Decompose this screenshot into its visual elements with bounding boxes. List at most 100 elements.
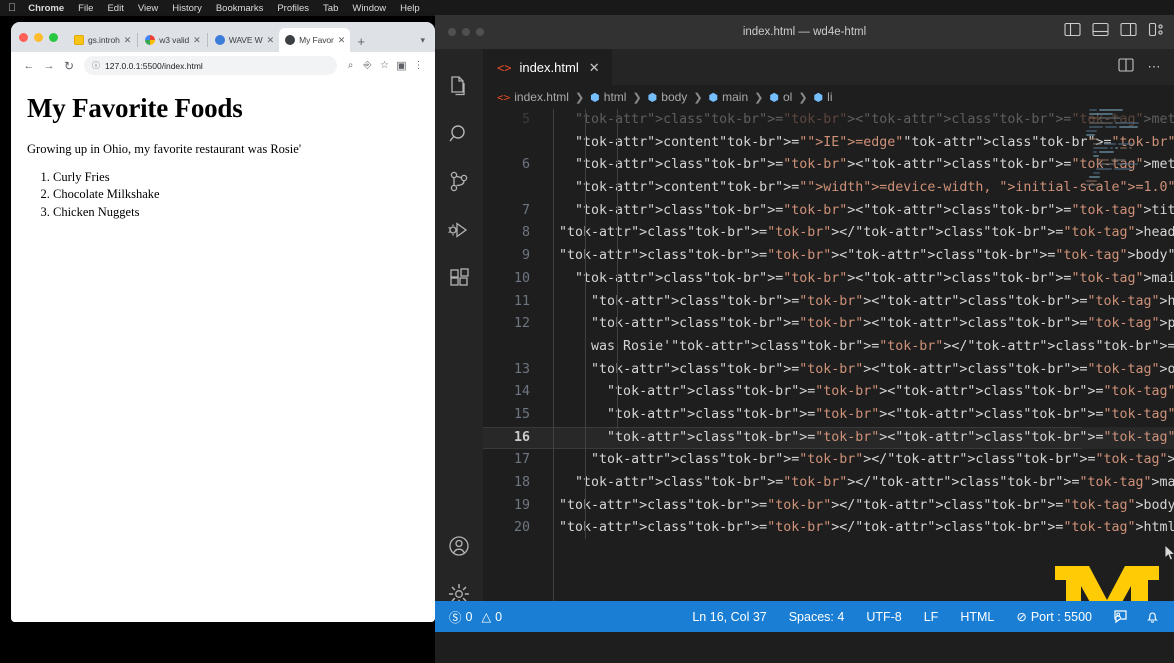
code-line[interactable]: "tok-attr">content"tok-br">="">IE">=edge… [483, 132, 1174, 155]
menu-item-help[interactable]: Help [400, 3, 420, 14]
browser-tab-3-active[interactable]: My Favor ✕ [279, 28, 350, 52]
breadcrumb-item-body[interactable]: ⬢ body [648, 90, 688, 104]
source-control-icon[interactable] [435, 158, 483, 206]
menu-item-tab[interactable]: Tab [323, 3, 338, 14]
code-line[interactable]: 9 "tok-attr">class"tok-br">="tok-br"><"t… [483, 245, 1174, 268]
zoom-icon[interactable]: ⌕ [342, 60, 359, 71]
menu-item-history[interactable]: History [172, 3, 202, 14]
minimap-line [1083, 117, 1161, 120]
live-server-status[interactable]: ⊘ Port : 5500 [1007, 609, 1101, 624]
screen:  Chrome File Edit View History Bookmark… [0, 0, 1174, 663]
feedback-icon[interactable] [1105, 609, 1135, 624]
tab-close-icon[interactable]: ✕ [124, 36, 132, 45]
toggle-secondary-sidebar-icon[interactable] [1120, 22, 1137, 42]
browser-tab-2[interactable]: WAVE W ✕ [209, 28, 279, 52]
error-circle-icon: Ⓢ [449, 607, 462, 626]
code-line[interactable]: 13 "tok-attr">class"tok-br">="tok-br"><"… [483, 359, 1174, 382]
tab-close-icon[interactable]: ✕ [193, 36, 201, 45]
tab-favicon [74, 35, 84, 45]
reload-icon[interactable]: ↻ [59, 59, 79, 73]
search-icon[interactable] [435, 110, 483, 158]
code-line[interactable]: "tok-attr">content"tok-br">="">width">=d… [483, 177, 1174, 200]
run-and-debug-icon[interactable] [435, 206, 483, 254]
code-line[interactable]: 12 "tok-attr">class"tok-br">="tok-br"><"… [483, 313, 1174, 336]
tab-close-icon[interactable]: ✕ [338, 36, 346, 45]
cursor-position-status[interactable]: Ln 16, Col 37 [683, 610, 775, 624]
close-icon[interactable]: ✕ [589, 60, 600, 76]
menu-item-bookmarks[interactable]: Bookmarks [216, 3, 264, 14]
code-text: "tok-attr">class"tok-br">="tok-br"><"tok… [543, 245, 1174, 268]
problems-status[interactable]: Ⓢ 0 △ 0 [440, 607, 511, 626]
share-icon[interactable]: ⎆ [359, 60, 376, 71]
language-mode-status[interactable]: HTML [951, 610, 1003, 624]
new-tab-button[interactable]: + [357, 35, 365, 48]
line-number: 6 [483, 154, 543, 177]
tab-favicon [145, 35, 155, 45]
customize-layout-icon[interactable] [1148, 22, 1165, 42]
extensions-icon[interactable] [435, 254, 483, 302]
back-icon[interactable]: ← [19, 60, 39, 72]
bookmark-star-icon[interactable]: ☆ [376, 60, 393, 71]
code-line[interactable]: 6 "tok-attr">class"tok-br">="tok-br"><"t… [483, 154, 1174, 177]
breadcrumb-item-file[interactable]: <> index.html [497, 90, 569, 104]
code-line[interactable]: 5 "tok-attr">class"tok-br">="tok-br"><"t… [483, 109, 1174, 132]
browser-tab-1[interactable]: w3 valid ✕ [139, 28, 205, 52]
minimize-window-button[interactable] [34, 33, 43, 42]
split-view-icon[interactable]: ▣ [393, 59, 410, 72]
tab-search-chevron-down-icon[interactable]: ▾ [420, 35, 425, 46]
code-line[interactable]: 10 "tok-attr">class"tok-br">="tok-br"><"… [483, 268, 1174, 291]
tab-separator [207, 33, 208, 47]
eol-status[interactable]: LF [915, 610, 948, 624]
info-icon[interactable]: ⓘ [92, 60, 100, 71]
code-line[interactable]: 17 "tok-attr">class"tok-br">="tok-br"></… [483, 449, 1174, 472]
code-line[interactable]: 19 "tok-attr">class"tok-br">="tok-br"></… [483, 495, 1174, 518]
tab-label: w3 valid [159, 35, 189, 45]
code-line[interactable]: 16 "tok-attr">class"tok-br">="tok-br"><"… [483, 427, 1174, 450]
minimap-line [1083, 180, 1161, 183]
code-line[interactable]: 14 "tok-attr">class"tok-br">="tok-br"><"… [483, 381, 1174, 404]
address-bar[interactable]: ⓘ 127.0.0.1:5500/index.html [84, 56, 337, 75]
line-number: 7 [483, 200, 543, 223]
account-icon[interactable] [435, 522, 483, 570]
breadcrumb-item-li[interactable]: ⬢ li [814, 90, 833, 104]
breadcrumb-label: index.html [514, 90, 569, 104]
code-line[interactable]: 15 "tok-attr">class"tok-br">="tok-br"><"… [483, 404, 1174, 427]
breadcrumb-item-ol[interactable]: ⬢ ol [769, 90, 792, 104]
browser-tab-0[interactable]: gs.introh ✕ [68, 28, 136, 52]
vscode-window: index.html — wd4e-html [435, 15, 1174, 663]
menu-item-chrome[interactable]: Chrome [28, 3, 64, 14]
menu-item-window[interactable]: Window [352, 3, 386, 14]
breadcrumb-item-main[interactable]: ⬢ main [709, 90, 749, 104]
minimap-line [1083, 159, 1161, 162]
chrome-menu-icon[interactable]: ⋮ [410, 60, 427, 71]
close-window-button[interactable] [19, 33, 28, 42]
menu-item-profiles[interactable]: Profiles [277, 3, 309, 14]
more-actions-icon[interactable]: ⋯ [1148, 59, 1163, 75]
indentation-status[interactable]: Spaces: 4 [780, 610, 854, 624]
code-line[interactable]: 20 "tok-attr">class"tok-br">="tok-br"></… [483, 517, 1174, 540]
code-line[interactable]: 18 "tok-attr">class"tok-br">="tok-br"></… [483, 472, 1174, 495]
rendered-web-page: My Favorite Foods Growing up in Ohio, my… [11, 79, 435, 622]
menu-item-file[interactable]: File [78, 3, 93, 14]
toggle-primary-sidebar-icon[interactable] [1064, 22, 1081, 42]
encoding-status[interactable]: UTF-8 [857, 610, 910, 624]
code-line[interactable]: was Rosie'"tok-attr">class"tok-br">="tok… [483, 336, 1174, 359]
menu-item-view[interactable]: View [138, 3, 158, 14]
code-text: "tok-attr">class"tok-br">="tok-br"><"tok… [543, 404, 1174, 427]
editor-tab-label: index.html [519, 60, 578, 75]
split-editor-icon[interactable] [1118, 58, 1134, 77]
apple-icon[interactable]:  [8, 3, 16, 14]
menu-item-edit[interactable]: Edit [107, 3, 123, 14]
code-line[interactable]: 11 "tok-attr">class"tok-br">="tok-br"><"… [483, 291, 1174, 314]
forward-icon[interactable]: → [39, 60, 59, 72]
maximize-window-button[interactable] [49, 33, 58, 42]
code-line[interactable]: 8 "tok-attr">class"tok-br">="tok-br"></"… [483, 222, 1174, 245]
minimap-line [1083, 138, 1161, 141]
bell-icon[interactable] [1139, 609, 1166, 624]
code-line[interactable]: 7 "tok-attr">class"tok-br">="tok-br"><"t… [483, 200, 1174, 223]
breadcrumb-item-html[interactable]: ⬢ html [590, 90, 626, 104]
explorer-icon[interactable] [435, 62, 483, 110]
tab-close-icon[interactable]: ✕ [267, 36, 275, 45]
toggle-panel-icon[interactable] [1092, 22, 1109, 42]
editor-tab-index-html[interactable]: <> index.html ✕ [483, 49, 612, 85]
